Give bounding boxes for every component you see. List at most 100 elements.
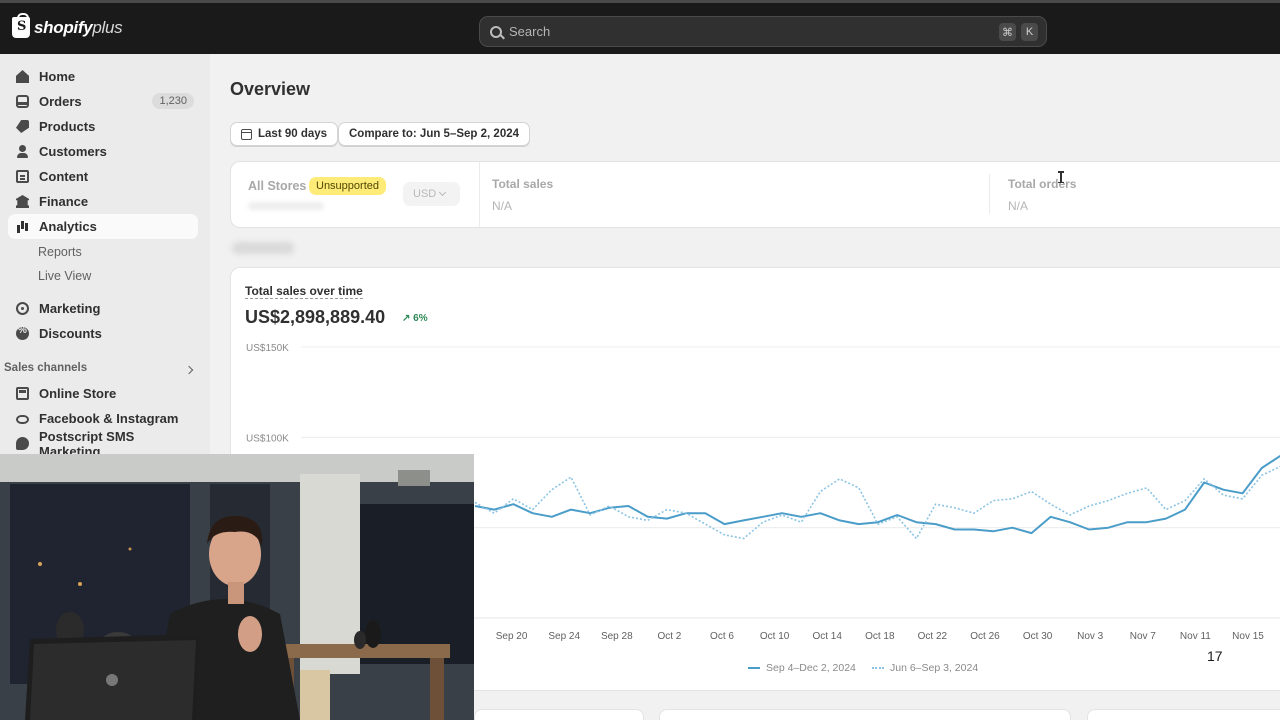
sidebar-item-label: Analytics <box>39 219 97 234</box>
chat-icon <box>16 437 29 450</box>
discount-icon <box>16 325 29 340</box>
currency-select[interactable]: USD <box>403 182 460 206</box>
total-orders-value: N/A <box>1008 199 1029 213</box>
currency-label: USD <box>413 188 437 200</box>
y-tick-label: US$150K <box>246 343 289 354</box>
text-cursor-icon <box>1058 171 1064 183</box>
series-line-current[interactable] <box>474 454 1280 535</box>
blurred-text <box>248 202 324 210</box>
calendar-icon <box>241 128 252 140</box>
person-icon <box>16 145 29 158</box>
bottom-card <box>659 709 1071 720</box>
logo-plus-text: plus <box>92 17 123 37</box>
sidebar-subitem-live-view[interactable]: Live View <box>38 269 91 283</box>
store-icon <box>16 387 29 400</box>
sidebar-item-customers[interactable]: Customers <box>8 139 198 164</box>
shopify-plus-logo[interactable]: shopifyplus <box>12 13 123 38</box>
sidebar-item-label: Orders <box>39 94 82 109</box>
legend-current[interactable]: Sep 4–Dec 2, 2024 <box>748 662 856 674</box>
shopify-bag-icon <box>12 13 30 38</box>
total-orders-label: Total orders <box>1008 177 1077 191</box>
x-tick-label: Oct 22 <box>918 631 948 642</box>
sidebar-item-label: Products <box>39 119 96 134</box>
sidebar-item-finance[interactable]: Finance <box>8 189 198 214</box>
orders-count-badge: 1,230 <box>152 93 194 109</box>
date-range-button[interactable]: Last 90 days <box>230 122 339 146</box>
legend-dotted-swatch <box>872 667 884 669</box>
x-tick-label: Sep 24 <box>548 631 580 642</box>
sidebar-item-label: Finance <box>39 194 89 209</box>
search-placeholder: Search <box>509 24 551 39</box>
sidebar-item-label: Customers <box>39 144 107 159</box>
divider <box>989 174 990 214</box>
search-icon <box>490 25 502 38</box>
y-tick-label: US$100K <box>246 433 289 444</box>
x-tick-label: Oct 10 <box>760 631 790 642</box>
sidebar-item-label: Home <box>39 69 76 84</box>
bank-icon <box>16 195 29 208</box>
webcam-overlay <box>0 454 474 720</box>
sidebar-item-marketing[interactable]: Marketing <box>8 296 198 321</box>
compare-button[interactable]: Compare to: Jun 5–Sep 2, 2024 <box>338 122 531 146</box>
meta-icon <box>16 415 29 424</box>
date-range-label: Last 90 days <box>258 128 328 140</box>
bottom-card <box>1087 709 1280 720</box>
sidebar-subitem-reports[interactable]: Reports <box>38 245 82 259</box>
search-bar[interactable]: Search ⌘ K <box>479 16 1047 47</box>
x-tick-label: Oct 2 <box>657 631 681 642</box>
x-tick-label: Oct 14 <box>812 631 842 642</box>
sidebar-item-label: Marketing <box>39 301 101 316</box>
divider <box>479 162 480 227</box>
logo-text: shopify <box>34 17 93 37</box>
content-icon <box>16 170 29 183</box>
x-tick-label: Sep 20 <box>496 631 528 642</box>
blurred-heading <box>232 242 294 254</box>
total-sales-value: N/A <box>492 199 513 213</box>
target-icon <box>16 302 29 315</box>
sidebar-item-label: Content <box>39 169 89 184</box>
page-title: Overview <box>230 79 311 99</box>
k-key-icon: K <box>1021 23 1038 41</box>
compare-label: Compare to: Jun 5–Sep 2, 2024 <box>349 128 520 140</box>
x-tick-label: Nov 3 <box>1077 631 1104 642</box>
sales-channels-label[interactable]: Sales channels <box>4 362 87 374</box>
sidebar-item-facebook-instagram[interactable]: Facebook & Instagram <box>8 406 198 431</box>
legend-label: Sep 4–Dec 2, 2024 <box>766 662 856 674</box>
chevron-down-icon <box>439 188 447 197</box>
tag-icon <box>16 120 29 133</box>
x-tick-label: Nov 7 <box>1130 631 1157 642</box>
webcam-scene <box>0 454 474 720</box>
x-tick-label: Sep 28 <box>601 631 633 642</box>
sidebar-item-content[interactable]: Content <box>8 164 198 189</box>
sidebar-item-orders[interactable]: Orders 1,230 <box>8 89 198 114</box>
x-tick-label: Oct 6 <box>710 631 734 642</box>
stats-card: All Stores Unsupported USD Total sales N… <box>230 161 1280 228</box>
command-key-icon: ⌘ <box>999 23 1016 41</box>
page-number-overlay: 17 <box>1207 648 1223 664</box>
sidebar-item-postscript[interactable]: Postscript SMS Marketing <box>8 429 198 459</box>
x-tick-label: Nov 11 <box>1180 631 1211 642</box>
legend-label: Jun 6–Sep 3, 2024 <box>890 662 979 674</box>
sidebar-item-label: Facebook & Instagram <box>39 411 179 426</box>
sidebar-item-online-store[interactable]: Online Store <box>8 381 198 406</box>
sidebar-item-label: Discounts <box>39 326 102 341</box>
total-sales-label: Total sales <box>492 177 554 191</box>
x-tick-label: Nov 15 <box>1232 631 1264 642</box>
all-stores-label[interactable]: All Stores <box>248 179 306 193</box>
legend-previous[interactable]: Jun 6–Sep 3, 2024 <box>872 662 978 674</box>
bar-chart-icon <box>16 220 29 233</box>
sidebar-item-home[interactable]: Home <box>8 64 198 89</box>
x-tick-label: Oct 18 <box>865 631 895 642</box>
chevron-right-icon[interactable] <box>184 365 194 375</box>
sidebar-item-label: Online Store <box>39 386 117 401</box>
sidebar-item-discounts[interactable]: Discounts <box>8 321 198 346</box>
sidebar-item-products[interactable]: Products <box>8 114 198 139</box>
legend-solid-swatch <box>748 667 760 669</box>
x-tick-label: Oct 26 <box>970 631 1000 642</box>
unsupported-badge: Unsupported <box>309 177 386 195</box>
home-icon <box>16 70 29 83</box>
sidebar-item-analytics[interactable]: Analytics <box>8 214 198 239</box>
bottom-card <box>474 709 644 720</box>
x-tick-label: Oct 30 <box>1023 631 1053 642</box>
orders-icon <box>16 95 29 108</box>
